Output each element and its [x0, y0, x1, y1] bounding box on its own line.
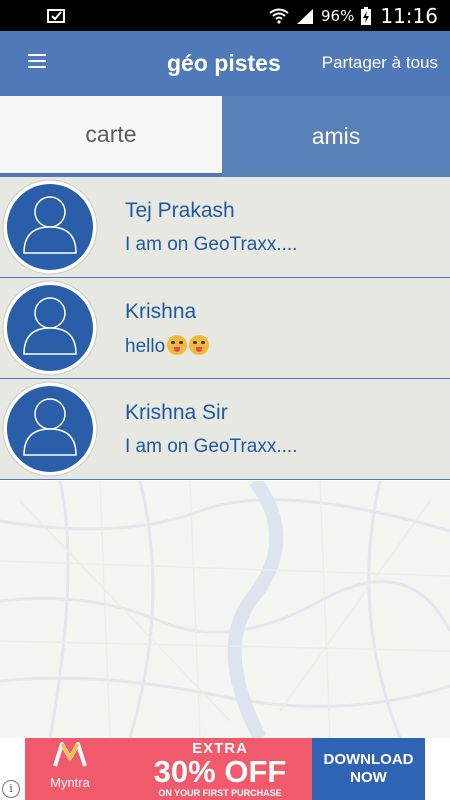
friend-status: hello: [125, 336, 166, 357]
list-item[interactable]: Tej Prakash I am on GeoTraxx....: [0, 177, 450, 278]
action-bar: géo pistes Partager à tous: [0, 31, 450, 96]
tab-amis[interactable]: amis: [222, 96, 450, 177]
friend-status: I am on GeoTraxx....: [125, 234, 298, 255]
friend-name: Krishna Sir: [125, 401, 228, 424]
myntra-logo: Myntra: [31, 742, 109, 796]
page-title: géo pistes: [167, 50, 281, 76]
ad-download-button[interactable]: DOWNLOAD NOW: [312, 738, 425, 800]
list-item[interactable]: Krishna hello: [0, 278, 450, 379]
status-bar: 96% 11:16: [0, 0, 450, 31]
tab-bar: carte amis: [0, 96, 450, 177]
ad-brand: Myntra: [50, 775, 90, 790]
battery-icon: [361, 6, 372, 25]
friend-status: I am on GeoTraxx....: [125, 436, 298, 457]
map-background[interactable]: [0, 481, 450, 738]
battery-percentage: 96%: [321, 6, 355, 25]
menu-icon[interactable]: [24, 50, 50, 76]
ad-subline: ON YOUR FIRST PURCHASE: [158, 788, 282, 798]
download-notification-icon: [47, 9, 65, 23]
myntra-logo-mark: [53, 742, 87, 767]
ad-banner[interactable]: Myntra EXTRA 30% OFF ON YOUR FIRST PURCH…: [25, 738, 425, 800]
tongue-emoji-icon: [189, 335, 210, 355]
avatar-placeholder-icon: [2, 179, 98, 275]
avatar-placeholder-icon: [2, 381, 98, 477]
friend-status-line: hello: [125, 335, 210, 358]
info-icon[interactable]: i: [2, 780, 20, 798]
tab-carte[interactable]: carte: [0, 96, 222, 177]
ad-offer: 30% OFF: [153, 754, 287, 789]
share-all-button[interactable]: Partager à tous: [322, 53, 438, 73]
signal-icon: [297, 8, 314, 24]
avatar-placeholder-icon: [2, 280, 98, 376]
tongue-emoji-icon: [167, 335, 188, 355]
clock: 11:16: [380, 3, 438, 28]
wifi-icon: [269, 8, 289, 24]
friend-name: Tej Prakash: [125, 199, 235, 222]
friend-name: Krishna: [125, 300, 197, 323]
list-item[interactable]: Krishna Sir I am on GeoTraxx....: [0, 379, 450, 480]
friends-list: Tej Prakash I am on GeoTraxx.... Krishna…: [0, 177, 450, 480]
